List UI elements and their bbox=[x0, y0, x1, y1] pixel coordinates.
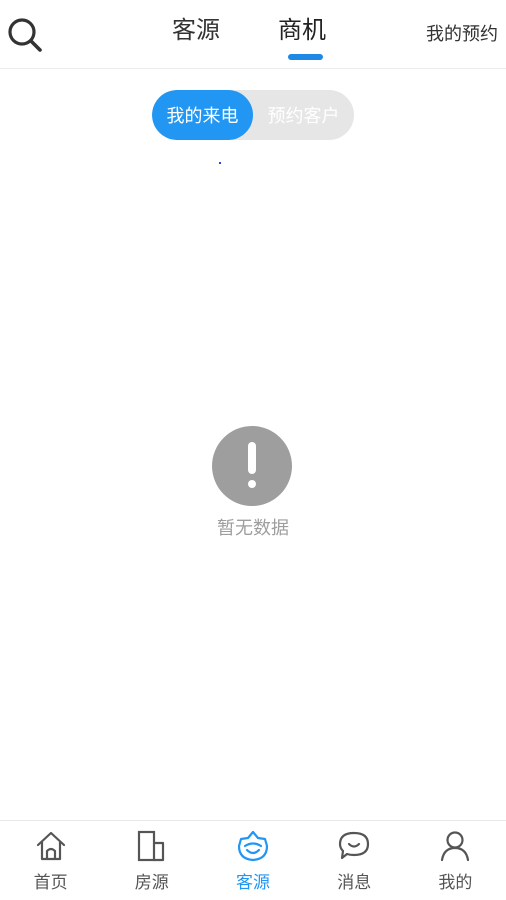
my-bookings-link[interactable]: 我的预约 bbox=[426, 20, 498, 46]
nav-item-profile[interactable]: 我的 bbox=[405, 821, 506, 900]
page: 客源 商机 我的预约 我的来电 预约客户 暂无数据 首页 房源 客源 消息 我的 bbox=[0, 0, 506, 900]
nav-item-customers[interactable]: 客源 bbox=[202, 821, 303, 900]
segment-my-calls[interactable]: 我的来电 bbox=[152, 90, 253, 140]
active-tab-indicator bbox=[288, 54, 323, 60]
segmented-control: 我的来电 预约客户 bbox=[152, 90, 354, 140]
nav-label-listings: 房源 bbox=[134, 873, 169, 893]
bottom-nav: 首页 房源 客源 消息 我的 bbox=[0, 820, 506, 900]
empty-state-text: 暂无数据 bbox=[217, 518, 289, 539]
nav-item-listings[interactable]: 房源 bbox=[101, 821, 202, 900]
loading-dot bbox=[219, 162, 221, 164]
nav-label-home: 首页 bbox=[33, 873, 68, 893]
top-bar: 客源 商机 我的预约 bbox=[0, 0, 506, 69]
tab-customers[interactable]: 客源 bbox=[172, 10, 220, 45]
tab-business-opportunities[interactable]: 商机 bbox=[278, 10, 326, 45]
home-icon bbox=[36, 831, 65, 861]
search-icon bbox=[8, 18, 42, 52]
segment-booked-customers[interactable]: 预约客户 bbox=[253, 90, 354, 140]
nav-label-customers: 客源 bbox=[236, 873, 270, 893]
empty-alert-icon bbox=[212, 426, 292, 506]
user-icon bbox=[441, 831, 470, 862]
nav-item-home[interactable]: 首页 bbox=[0, 821, 101, 900]
search-button[interactable] bbox=[6, 16, 44, 54]
message-icon bbox=[339, 831, 370, 860]
customer-icon bbox=[237, 830, 269, 862]
nav-item-messages[interactable]: 消息 bbox=[304, 821, 405, 900]
nav-label-messages: 消息 bbox=[337, 873, 372, 893]
nav-label-profile: 我的 bbox=[438, 873, 473, 893]
building-icon bbox=[137, 830, 164, 862]
